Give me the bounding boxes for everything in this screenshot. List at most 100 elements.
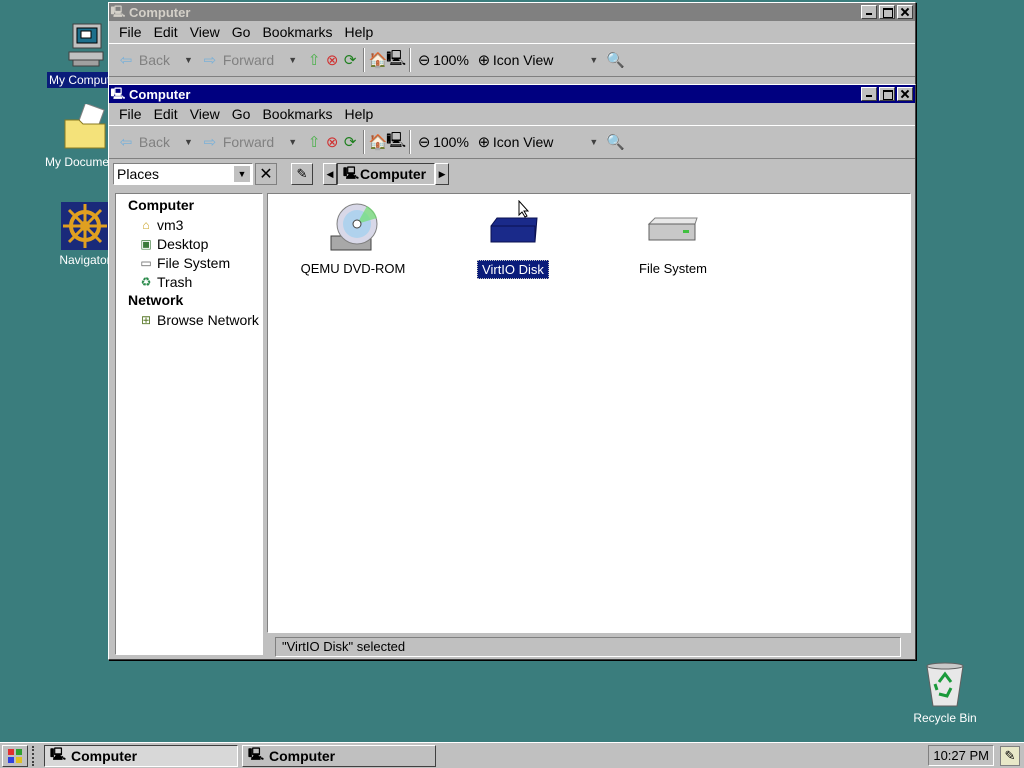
zoom-in-icon[interactable]: ⊕ bbox=[475, 133, 493, 151]
menu-file[interactable]: File bbox=[113, 106, 148, 122]
maximize-button[interactable] bbox=[879, 87, 895, 101]
stop-icon[interactable]: ⊗ bbox=[323, 51, 341, 69]
forward-history-dropdown[interactable]: ▼ bbox=[288, 55, 297, 65]
status-bar: "VirtIO Disk" selected bbox=[275, 637, 901, 657]
sidebar-item-vm3[interactable]: ⌂ vm3 bbox=[116, 215, 262, 234]
desktop-icon: ▣ bbox=[140, 236, 152, 251]
sidebar-item-file-system[interactable]: ▭ File System bbox=[116, 253, 262, 272]
sidebar-item-label: Browse Network bbox=[157, 311, 259, 328]
computer-icon[interactable]: 🖳 bbox=[386, 132, 406, 151]
back-history-dropdown[interactable]: ▼ bbox=[184, 55, 193, 65]
dvd-drive-icon bbox=[327, 202, 379, 254]
forward-history-dropdown[interactable]: ▼ bbox=[288, 137, 297, 147]
title-bar[interactable]: 🖳 Computer bbox=[109, 85, 915, 103]
folder-icon bbox=[61, 102, 109, 152]
computer-icon[interactable]: 🖳 bbox=[386, 50, 406, 69]
menu-help[interactable]: Help bbox=[339, 24, 380, 40]
path-button-computer[interactable]: 🖳 Computer bbox=[337, 163, 436, 185]
taskbar-task-computer-2[interactable]: 🖳 Computer bbox=[242, 744, 436, 767]
close-button[interactable] bbox=[897, 87, 913, 101]
sidebar-item-label: Desktop bbox=[157, 235, 209, 252]
view-mode-dropdown[interactable]: ▼ bbox=[589, 137, 598, 147]
file-item-label: VirtIO Disk bbox=[477, 260, 549, 279]
start-menu-button[interactable] bbox=[2, 744, 28, 767]
file-item-qemu-dvd-rom[interactable]: QEMU DVD-ROM bbox=[288, 202, 418, 277]
sidebar-item-desktop[interactable]: ▣ Desktop bbox=[116, 234, 262, 253]
toolbar: ⇦ Back ▼ ⇨ Forward ▼ ⇧ ⊗ ⟳ 🏠 🖳 ⊖ 100% ⊕ … bbox=[109, 125, 915, 159]
computer-icon: 🖳 bbox=[342, 165, 359, 180]
menu-bookmarks[interactable]: Bookmarks bbox=[256, 24, 338, 40]
back-history-dropdown[interactable]: ▼ bbox=[184, 137, 193, 147]
minimize-button[interactable] bbox=[861, 87, 877, 101]
close-sidepane-button[interactable]: ✕ bbox=[255, 163, 277, 185]
front-window[interactable]: 🖳 Computer File Edit View Go Bookmarks H… bbox=[108, 84, 916, 660]
maximize-button[interactable] bbox=[879, 5, 895, 19]
menu-bookmarks[interactable]: Bookmarks bbox=[256, 106, 338, 122]
sidebar-item-trash[interactable]: ♻ Trash bbox=[116, 272, 262, 291]
menu-bar: File Edit View Go Bookmarks Help bbox=[109, 103, 915, 125]
edit-location-button[interactable]: ✎ bbox=[291, 163, 313, 185]
home-folder-icon: ⌂ bbox=[142, 217, 150, 232]
close-button[interactable] bbox=[897, 5, 913, 19]
forward-label: Forward bbox=[222, 134, 275, 150]
reload-icon[interactable]: ⟳ bbox=[341, 51, 359, 69]
view-mode-dropdown[interactable]: ▼ bbox=[589, 55, 598, 65]
reload-icon[interactable]: ⟳ bbox=[341, 133, 359, 151]
path-scroll-left-button[interactable]: ◀ bbox=[323, 163, 337, 185]
notes-icon[interactable]: ✎ bbox=[1000, 746, 1020, 766]
menu-edit[interactable]: Edit bbox=[148, 24, 184, 40]
places-combo[interactable]: Places ▼ bbox=[113, 163, 253, 185]
forward-label: Forward bbox=[222, 52, 275, 68]
binoculars-icon[interactable]: 🔍 bbox=[606, 51, 625, 69]
title-bar[interactable]: 🖳 Computer bbox=[109, 3, 915, 21]
menu-help[interactable]: Help bbox=[339, 106, 380, 122]
zoom-level[interactable]: 100% bbox=[433, 52, 469, 68]
system-tray-clock[interactable]: 10:27 PM bbox=[928, 745, 994, 766]
taskbar-handle[interactable] bbox=[32, 745, 40, 766]
stop-icon[interactable]: ⊗ bbox=[323, 133, 341, 151]
menu-file[interactable]: File bbox=[113, 24, 148, 40]
forward-button[interactable]: ⇨ Forward bbox=[201, 133, 275, 151]
zoom-out-icon[interactable]: ⊖ bbox=[415, 51, 433, 69]
file-item-virtio-disk[interactable]: VirtIO Disk bbox=[448, 202, 578, 279]
zoom-level[interactable]: 100% bbox=[433, 134, 469, 150]
toolbar-separator bbox=[409, 130, 412, 154]
file-item-file-system[interactable]: File System bbox=[608, 202, 738, 277]
up-arrow-icon[interactable]: ⇧ bbox=[305, 51, 323, 69]
toolbar-separator bbox=[363, 130, 366, 154]
binoculars-icon[interactable]: 🔍 bbox=[606, 133, 625, 151]
up-arrow-icon[interactable]: ⇧ bbox=[305, 133, 323, 151]
file-view[interactable]: QEMU DVD-ROM VirtIO Disk File System bbox=[267, 193, 911, 633]
file-item-label: QEMU DVD-ROM bbox=[300, 261, 406, 276]
places-sidebar: Computer ⌂ vm3 ▣ Desktop ▭ File System ♻… bbox=[115, 193, 263, 655]
task-label: Computer bbox=[71, 747, 138, 764]
menu-go[interactable]: Go bbox=[226, 106, 257, 122]
home-folder-icon[interactable]: 🏠 bbox=[369, 133, 388, 151]
places-combo-label: Places bbox=[117, 166, 160, 182]
home-folder-icon[interactable]: 🏠 bbox=[369, 51, 388, 69]
location-bar: Places ▼ ✕ ✎ ◀ 🖳 Computer ▶ bbox=[109, 159, 915, 189]
taskbar-task-computer-1[interactable]: 🖳 Computer bbox=[44, 744, 238, 767]
back-button[interactable]: ⇦ Back bbox=[117, 133, 170, 151]
menu-view[interactable]: View bbox=[184, 24, 226, 40]
back-button[interactable]: ⇦ Back bbox=[117, 51, 170, 69]
view-mode-select[interactable]: Icon View bbox=[493, 52, 553, 68]
zoom-in-icon[interactable]: ⊕ bbox=[475, 51, 493, 69]
forward-button[interactable]: ⇨ Forward bbox=[201, 51, 275, 69]
toolbar-separator bbox=[409, 48, 412, 72]
chevron-down-icon[interactable]: ▼ bbox=[234, 166, 250, 182]
window-title: Computer bbox=[129, 86, 191, 102]
sidebar-item-browse-network[interactable]: ⊞ Browse Network bbox=[116, 310, 262, 329]
desktop-icon-label: Navigator bbox=[59, 253, 111, 267]
menu-view[interactable]: View bbox=[184, 106, 226, 122]
back-window[interactable]: 🖳 Computer File Edit View Go Bookmarks H… bbox=[108, 2, 916, 88]
minimize-button[interactable] bbox=[861, 5, 877, 19]
network-icon: ⊞ bbox=[140, 312, 152, 327]
zoom-out-icon[interactable]: ⊖ bbox=[415, 133, 433, 151]
path-scroll-right-button[interactable]: ▶ bbox=[435, 163, 450, 185]
menu-go[interactable]: Go bbox=[226, 24, 257, 40]
desktop-icon-recycle-bin[interactable]: Recycle Bin bbox=[900, 660, 990, 726]
task-label: Computer bbox=[269, 747, 336, 764]
view-mode-select[interactable]: Icon View bbox=[493, 134, 553, 150]
menu-edit[interactable]: Edit bbox=[148, 106, 184, 122]
